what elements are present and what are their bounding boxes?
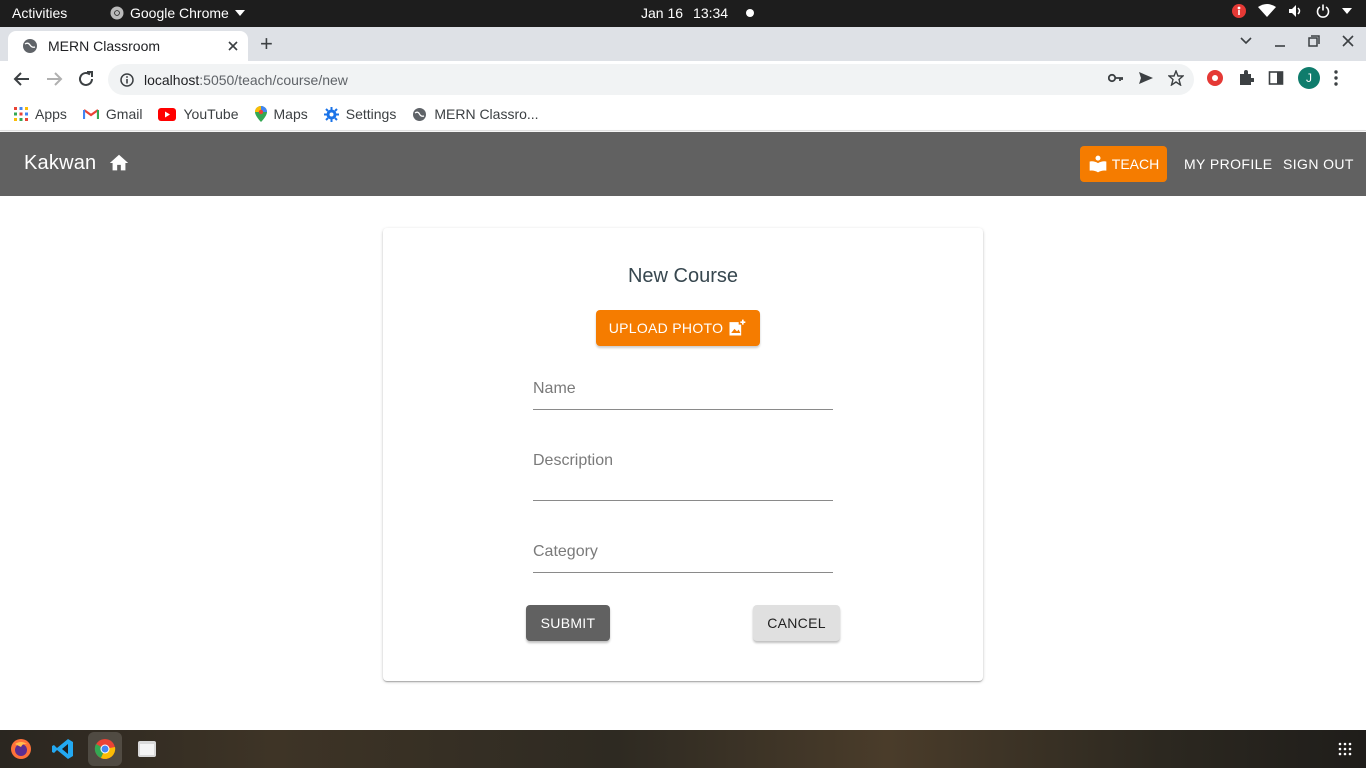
- volume-icon: [1289, 5, 1301, 17]
- maps-pin-icon: [254, 106, 267, 122]
- description-placeholder: Description: [533, 452, 614, 469]
- close-icon[interactable]: [228, 41, 238, 51]
- name-field[interactable]: Name: [533, 380, 833, 410]
- send-icon[interactable]: [1138, 71, 1154, 85]
- restore-icon[interactable]: [1308, 35, 1320, 47]
- my-profile-link[interactable]: MY PROFILE: [1184, 156, 1273, 172]
- bookmark-settings[interactable]: Settings: [323, 106, 397, 122]
- system-tray[interactable]: [1232, 4, 1352, 18]
- bookmark-maps[interactable]: Maps: [254, 106, 308, 122]
- bookmarks-bar: Apps Gmail YouTube Maps Settings MERN Cl…: [0, 98, 1366, 131]
- teach-label: TEACH: [1111, 156, 1160, 172]
- bookmark-label: Apps: [35, 106, 67, 122]
- side-panel-icon[interactable]: [1268, 70, 1284, 86]
- category-placeholder: Category: [533, 543, 598, 560]
- brand-title[interactable]: Kakwan: [24, 152, 96, 175]
- tab-search-icon[interactable]: [1240, 37, 1252, 45]
- date-label: Jan 16: [641, 5, 684, 21]
- accessibility-icon: [1232, 4, 1246, 18]
- address-bar[interactable]: localhost:5050/teach/course/new: [108, 64, 1194, 95]
- star-icon[interactable]: [1168, 70, 1184, 86]
- bookmark-label: Gmail: [105, 106, 143, 122]
- notification-dot: [746, 9, 755, 17]
- cancel-button[interactable]: CANCEL: [753, 605, 840, 641]
- description-field[interactable]: Description: [533, 452, 833, 501]
- teach-button[interactable]: TEACH: [1080, 146, 1167, 182]
- window-controls: [1240, 35, 1354, 47]
- minimize-icon[interactable]: [1274, 35, 1286, 47]
- vscode-icon[interactable]: [52, 738, 74, 760]
- page-content: New Course UPLOAD PHOTO Name Description…: [0, 196, 1366, 730]
- power-icon: [1316, 4, 1330, 18]
- reload-icon[interactable]: [77, 70, 95, 88]
- files-icon[interactable]: [136, 738, 158, 760]
- kebab-menu-icon[interactable]: [1334, 70, 1338, 86]
- add-photo-icon: [729, 319, 746, 336]
- bookmark-youtube[interactable]: YouTube: [158, 106, 239, 122]
- browser-tab[interactable]: MERN Classroom: [8, 31, 248, 61]
- url-host: localhost: [144, 71, 200, 88]
- url-path: :5050/teach/course/new: [199, 71, 348, 88]
- new-tab-button[interactable]: +: [260, 33, 273, 55]
- bookmark-mern-classroom[interactable]: MERN Classro...: [412, 106, 539, 122]
- bookmark-label: Maps: [273, 106, 308, 122]
- puzzle-icon[interactable]: [1238, 70, 1254, 86]
- chrome-icon: [110, 6, 124, 20]
- caret-down-icon: [1342, 8, 1352, 14]
- system-top-bar: Activities Google Chrome Jan 16 13:34: [0, 0, 1366, 27]
- wifi-icon: [1258, 4, 1276, 17]
- browser-toolbar: localhost:5050/teach/course/new J: [0, 61, 1366, 98]
- firefox-icon[interactable]: [10, 738, 32, 760]
- info-icon[interactable]: [120, 72, 134, 87]
- time-label: 13:34: [693, 5, 729, 21]
- upload-photo-button[interactable]: UPLOAD PHOTO: [596, 310, 760, 346]
- close-window-icon[interactable]: [1342, 35, 1354, 47]
- clock[interactable]: Jan 16 13:34: [641, 5, 755, 21]
- bookmark-label: MERN Classro...: [434, 106, 539, 122]
- name-placeholder: Name: [533, 380, 576, 397]
- app-bar: Kakwan TEACH MY PROFILE SIGN OUT: [0, 132, 1366, 196]
- card-title: New Course: [627, 265, 739, 287]
- tab-title: MERN Classroom: [48, 38, 161, 54]
- bookmark-label: YouTube: [183, 106, 239, 122]
- back-icon[interactable]: [13, 70, 31, 88]
- new-course-card: New Course UPLOAD PHOTO Name Description…: [383, 228, 983, 681]
- dock: [0, 730, 1366, 768]
- chrome-icon[interactable]: [94, 738, 116, 760]
- bookmark-label: Settings: [345, 106, 397, 122]
- extensions-area: J: [1206, 67, 1338, 89]
- submit-button[interactable]: SUBMIT: [526, 605, 610, 641]
- teach-book-icon: [1089, 155, 1107, 173]
- extension-red-icon[interactable]: [1206, 69, 1224, 87]
- youtube-icon: [158, 107, 177, 121]
- show-applications-icon[interactable]: [1338, 742, 1352, 756]
- key-icon[interactable]: [1108, 73, 1124, 83]
- globe-icon: [23, 39, 37, 53]
- forward-icon[interactable]: [45, 70, 63, 88]
- caret-down-icon: [234, 10, 245, 16]
- apps-grid-icon: [14, 107, 28, 121]
- gear-icon: [323, 106, 339, 122]
- category-field[interactable]: Category: [533, 543, 833, 573]
- bookmark-gmail[interactable]: Gmail: [82, 106, 143, 122]
- globe-icon: [413, 107, 427, 121]
- tab-strip: MERN Classroom +: [0, 27, 1366, 61]
- activities-button[interactable]: Activities: [12, 5, 67, 21]
- gmail-icon: [82, 109, 99, 119]
- profile-avatar[interactable]: J: [1298, 67, 1320, 89]
- omnibox-actions: [1108, 70, 1184, 86]
- bookmark-apps[interactable]: Apps: [14, 106, 67, 122]
- app-menu-label: Google Chrome: [130, 5, 229, 21]
- home-icon[interactable]: [108, 152, 130, 174]
- app-menu[interactable]: Google Chrome: [110, 5, 245, 21]
- sign-out-link[interactable]: SIGN OUT: [1283, 156, 1354, 172]
- upload-photo-label: UPLOAD PHOTO: [608, 320, 724, 336]
